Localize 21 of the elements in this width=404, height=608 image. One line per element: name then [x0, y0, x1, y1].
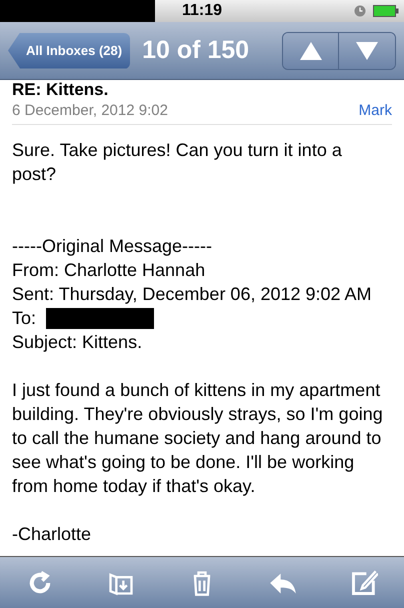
clock-icon: [354, 5, 366, 17]
back-button[interactable]: All Inboxes (28): [8, 32, 130, 68]
compose-icon: [350, 568, 378, 596]
email-date: 6 December, 2012 9:02: [12, 101, 168, 122]
previous-button[interactable]: [283, 32, 339, 68]
signature: -Charlotte: [12, 523, 92, 546]
down-arrow-icon: [355, 40, 379, 60]
up-arrow-icon: [298, 40, 322, 60]
battery-icon: [373, 5, 399, 17]
clock-time: 11:19: [182, 1, 222, 21]
mark-link[interactable]: Mark: [358, 100, 392, 123]
subject-line: Subject: Kittens.: [12, 331, 144, 354]
from-line: From: Charlotte Hannah: [12, 259, 206, 282]
email-subject: RE: Kittens.: [12, 81, 110, 99]
message-counter: 10 of 150: [142, 34, 250, 66]
next-button[interactable]: [339, 32, 395, 68]
reply-text: Sure. Take pictures! Can you turn it into a post?: [12, 139, 343, 186]
sent-line: Sent: Thursday, December 06, 2012 9:02 AM: [12, 283, 373, 306]
message-paragraph: I just found a bunch of kittens in my apartment building. They're obviously strays, so I'm going to call the humane society and hang around to see what's going to be done. I'll be working from home today if that's okay.: [12, 379, 384, 498]
original-message-header: -----Original Message-----: [12, 235, 214, 258]
to-line: To:: [12, 307, 36, 330]
